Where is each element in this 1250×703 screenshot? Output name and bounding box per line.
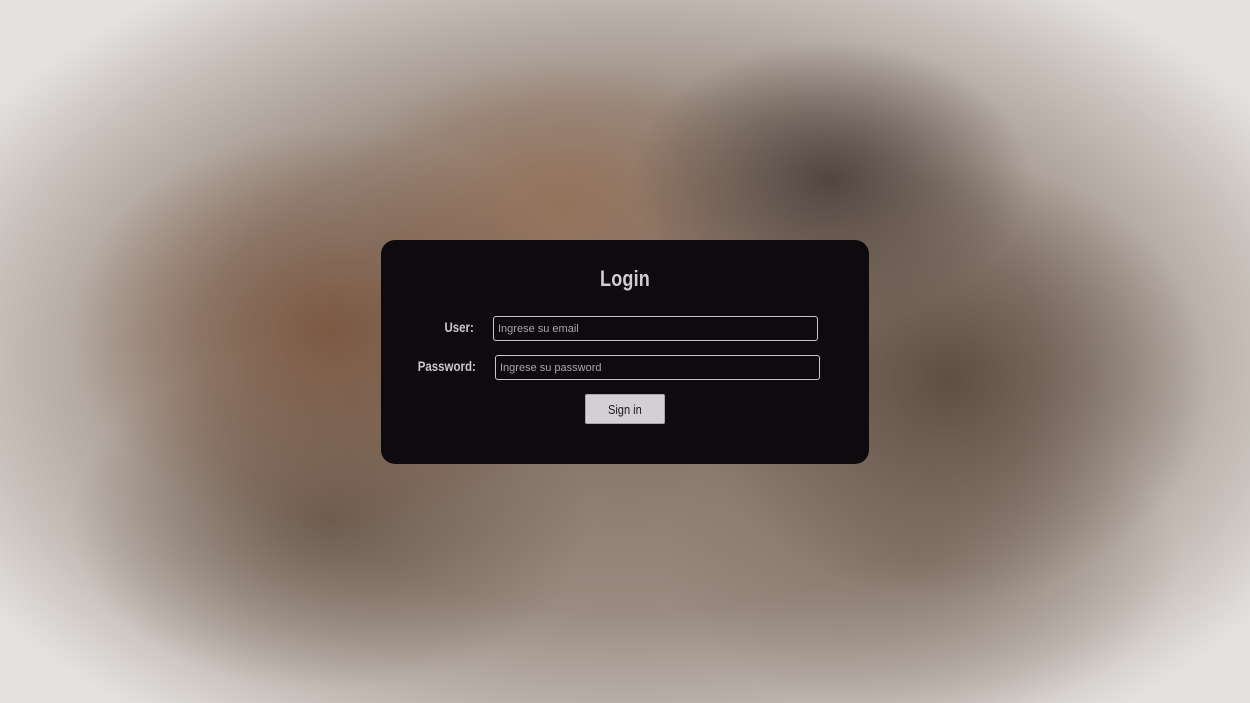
password-field[interactable] xyxy=(495,355,820,380)
password-label: Password: xyxy=(417,358,476,374)
user-label: User: xyxy=(444,319,474,335)
login-title: Login xyxy=(600,266,650,291)
sign-in-button[interactable]: Sign in xyxy=(585,394,665,424)
email-field[interactable] xyxy=(493,316,818,341)
sign-in-button-label: Sign in xyxy=(608,401,642,417)
login-card: Login User: Password: Sign in xyxy=(381,240,869,464)
